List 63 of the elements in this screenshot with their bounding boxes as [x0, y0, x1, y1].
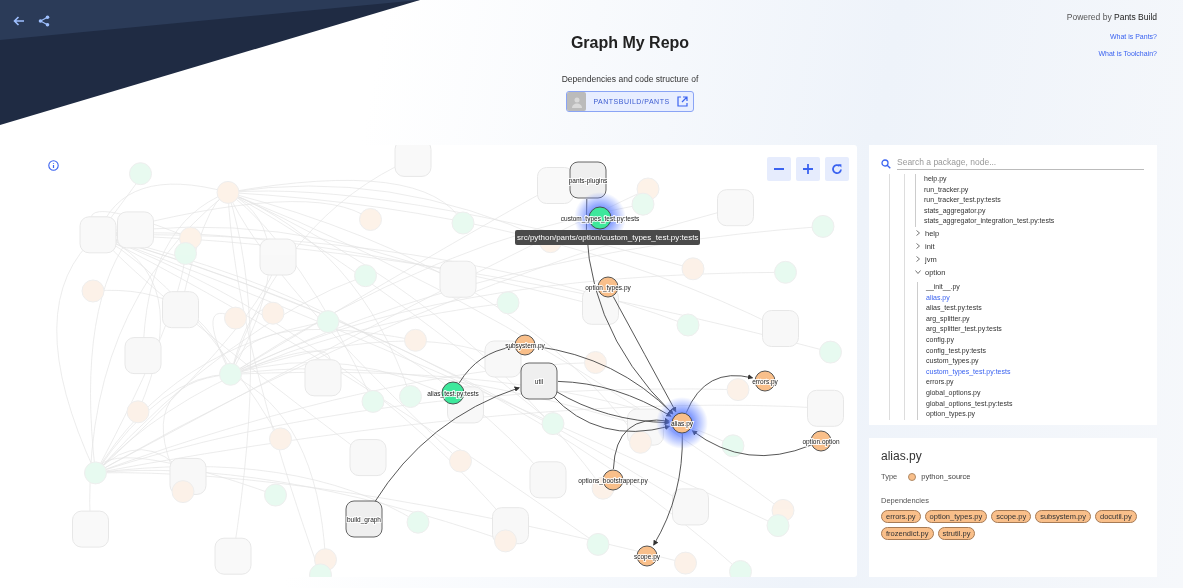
faded-package-node[interactable] [807, 389, 844, 427]
page-title: Graph My Repo [570, 34, 690, 52]
powered-by-text: Powered by Pants Build [1066, 12, 1157, 22]
faded-source-node[interactable] [314, 548, 337, 572]
faded-source-node[interactable] [494, 529, 517, 553]
faded-package-node[interactable] [762, 310, 799, 347]
faded-package-node[interactable] [169, 457, 207, 495]
faded-test-node[interactable] [774, 260, 797, 284]
faded-package-node[interactable] [304, 359, 342, 397]
share-icon[interactable] [38, 15, 50, 27]
faded-package-node[interactable] [117, 211, 154, 249]
faded-test-node[interactable] [541, 412, 565, 436]
faded-test-node[interactable] [819, 340, 842, 364]
faded-package-node[interactable] [349, 439, 387, 477]
source-node[interactable] [754, 370, 776, 392]
faded-package-node[interactable] [72, 510, 109, 548]
info-icon[interactable] [48, 160, 59, 171]
plus-icon [802, 163, 814, 175]
subtitle: Dependencies and code structure of [561, 74, 699, 84]
package-node[interactable] [520, 362, 558, 400]
faded-source-node[interactable] [269, 427, 292, 451]
node-tooltip: src/python/pants/option/custom_types_test.py:tests [515, 230, 701, 245]
faded-package-node[interactable] [717, 189, 754, 227]
faded-test-node[interactable] [676, 313, 700, 337]
faded-source-node[interactable] [584, 351, 607, 374]
zoom-in-button[interactable] [796, 157, 820, 181]
faded-package-node[interactable] [439, 260, 477, 298]
faded-source-node[interactable] [629, 430, 652, 454]
faded-package-node[interactable] [79, 216, 117, 254]
faded-test-node[interactable] [399, 385, 422, 408]
faded-package-node[interactable] [124, 337, 162, 375]
faded-test-node[interactable] [721, 434, 745, 458]
faded-test-node[interactable] [316, 310, 340, 334]
package-node[interactable] [345, 500, 383, 538]
search-icon [881, 158, 891, 169]
faded-test-node[interactable] [496, 291, 520, 315]
faded-package-node[interactable] [162, 291, 199, 329]
faded-test-node[interactable] [174, 242, 197, 265]
back-arrow-icon[interactable] [13, 15, 25, 27]
faded-package-node[interactable] [529, 461, 567, 499]
package-node[interactable] [569, 161, 607, 199]
faded-test-node[interactable] [264, 483, 287, 507]
faded-test-node[interactable] [729, 560, 752, 577]
avatar-icon [567, 92, 587, 111]
faded-test-node[interactable] [354, 264, 377, 288]
faded-test-node[interactable] [219, 362, 242, 386]
faded-package-node[interactable] [492, 507, 529, 545]
faded-test-node[interactable] [406, 510, 430, 534]
faded-package-node[interactable] [214, 537, 252, 575]
source-node[interactable] [636, 545, 658, 567]
details-title: alias.py [881, 449, 923, 463]
refresh-icon [831, 163, 843, 175]
faded-package-node[interactable] [672, 488, 709, 526]
faded-source-node[interactable] [726, 378, 750, 402]
search-field[interactable]: Search a package, node... [897, 157, 1144, 170]
faded-test-node[interactable] [309, 563, 332, 577]
faded-test-node[interactable] [586, 532, 610, 556]
reset-button[interactable] [825, 157, 849, 181]
faded-test-node[interactable] [84, 461, 107, 485]
external-link-icon [676, 96, 688, 107]
faded-test-node[interactable] [361, 389, 385, 413]
zoom-out-button[interactable] [767, 157, 791, 181]
faded-source-node[interactable] [216, 180, 240, 204]
